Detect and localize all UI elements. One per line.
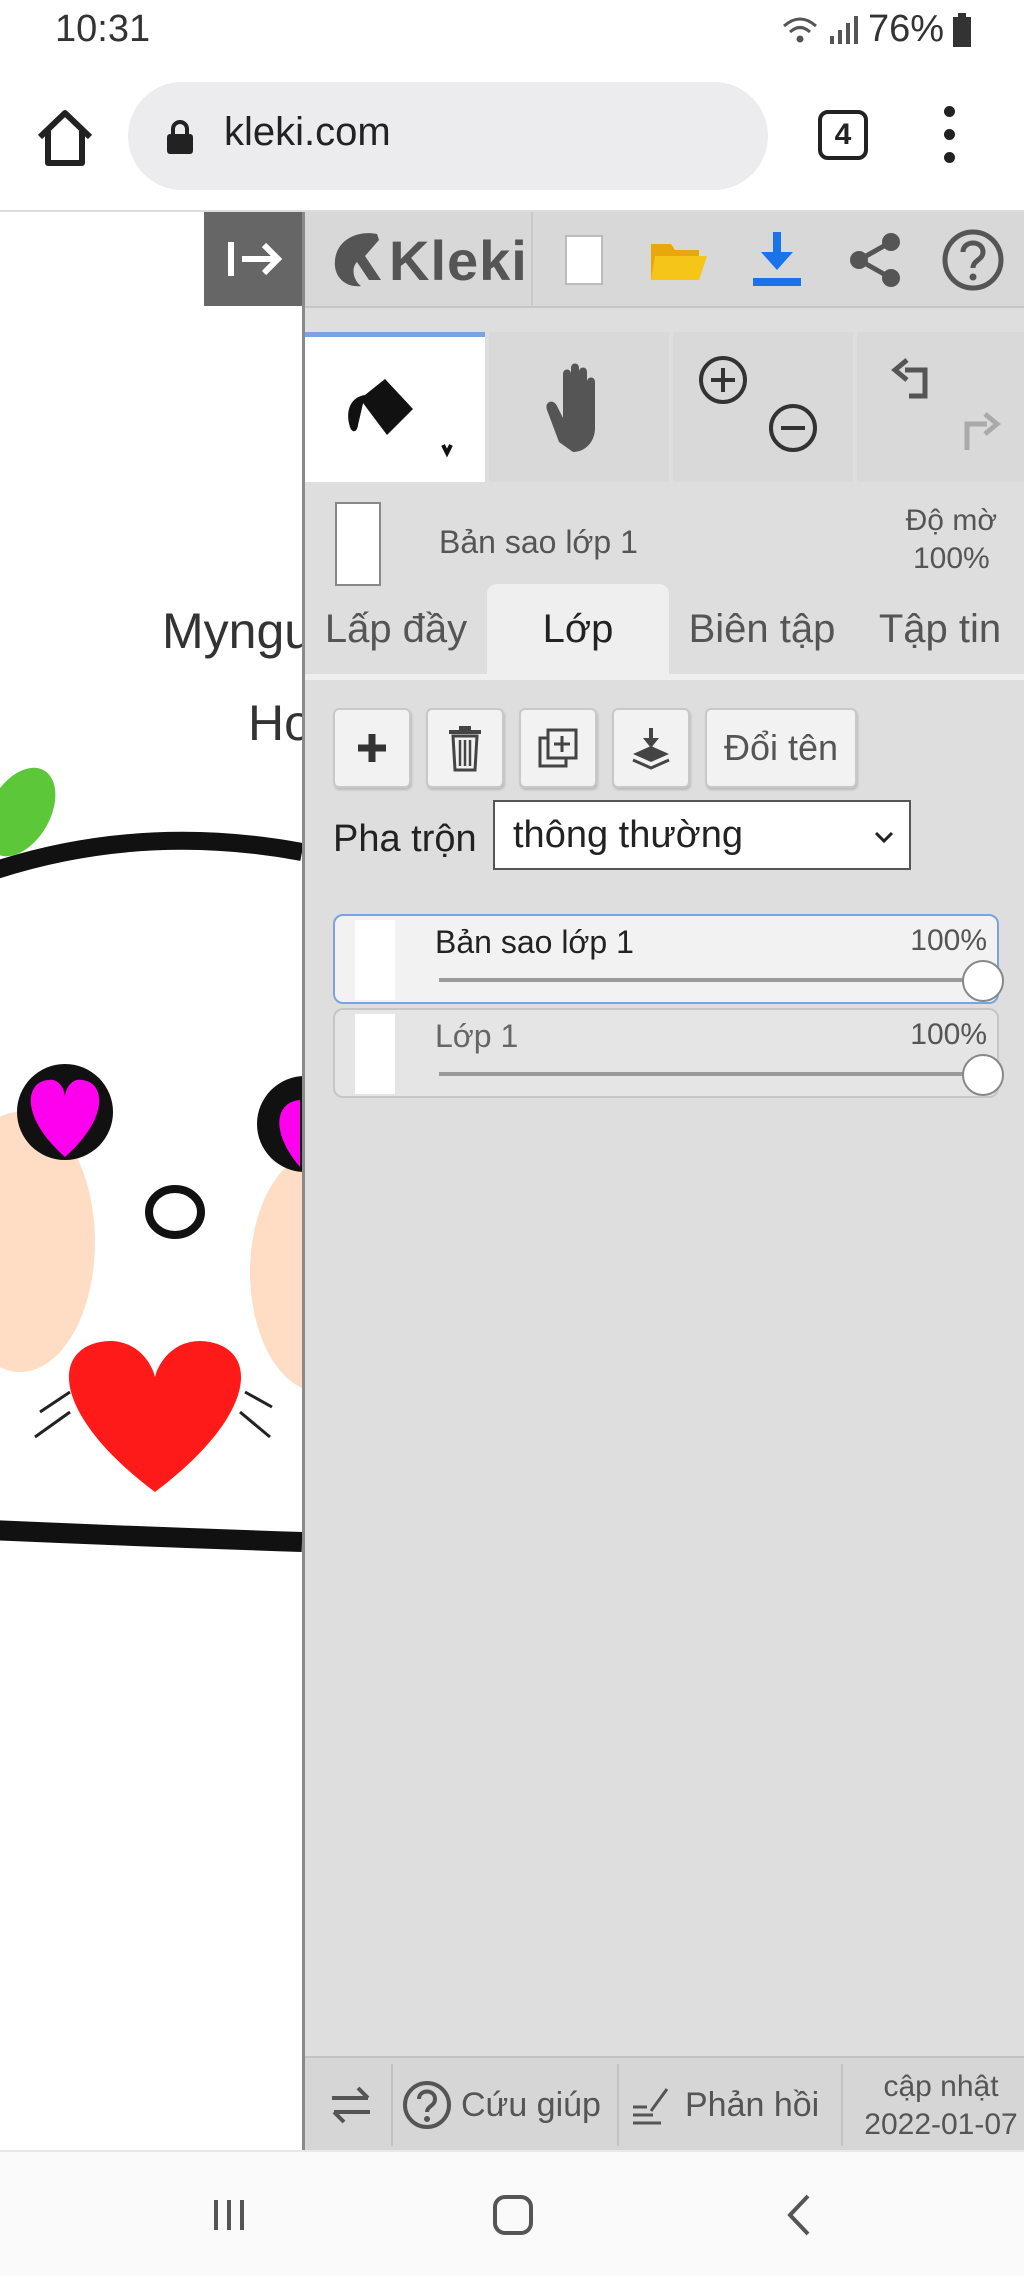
drawing-canvas[interactable]: Myngu Ho <box>0 212 302 2150</box>
help-label: Cứu giúp <box>461 2085 601 2124</box>
browser-toolbar: kleki.com 4 <box>0 62 1024 212</box>
tab-file[interactable]: Tập tin <box>853 584 1024 674</box>
recent-apps-icon[interactable] <box>204 2190 254 2240</box>
layers-panel: Đổi tên Pha trộn thông thường Bản sao lớ… <box>305 680 1024 1680</box>
layer-item[interactable]: Bản sao lớp 1 100% <box>333 914 1004 1004</box>
kleki-logo-text: Kleki <box>389 228 528 292</box>
home-nav-icon[interactable] <box>488 2190 538 2240</box>
zoom-in-icon[interactable] <box>693 350 753 410</box>
status-bar: 10:31 76% <box>0 0 1024 62</box>
merge-down-button[interactable] <box>612 708 690 788</box>
paint-bucket-icon <box>348 379 453 458</box>
swap-arrows-icon <box>332 2086 370 2124</box>
trash-icon <box>449 726 481 772</box>
blend-mode-select[interactable]: thông thường <box>493 800 911 870</box>
screen: 10:31 76% kleki.com 4 Myngu Ho Kleki Bản… <box>0 0 1024 2276</box>
system-nav-bar <box>0 2150 1024 2276</box>
status-time: 10:31 <box>55 8 151 50</box>
opacity-value: 100% <box>912 542 990 575</box>
layer-thumbnail <box>355 1014 395 1094</box>
fill-tool-button[interactable] <box>305 332 485 482</box>
current-layer-name: Bản sao lớp 1 <box>439 524 638 560</box>
redo-icon[interactable] <box>943 400 1013 470</box>
back-icon[interactable] <box>776 2190 826 2240</box>
url-text: kleki.com <box>224 110 391 154</box>
layer-opacity-value: 100% <box>910 1018 987 1051</box>
canvas-drawing <box>0 767 302 1552</box>
tool-row <box>305 332 1024 482</box>
opacity-label: Độ mờ <box>905 504 997 537</box>
swap-side-button[interactable] <box>315 2058 387 2152</box>
rename-layer-button[interactable]: Đổi tên <box>705 708 857 788</box>
history-tool-group <box>857 332 1024 482</box>
delete-layer-button[interactable] <box>426 708 504 788</box>
layer-opacity-value: 100% <box>910 924 987 957</box>
status-indicators: 76% <box>780 8 972 51</box>
new-file-icon[interactable] <box>550 226 618 294</box>
blend-mode-value: thông thường <box>513 814 743 856</box>
help-icon[interactable] <box>939 226 1007 294</box>
update-date: 2022-01-07 <box>864 2108 1018 2141</box>
merge-down-icon <box>632 728 670 770</box>
hand-tool-button[interactable] <box>489 332 669 482</box>
layer-name: Lớp 1 <box>435 1018 519 1054</box>
share-icon[interactable] <box>841 226 909 294</box>
zoom-out-icon[interactable] <box>763 398 823 458</box>
current-layer-info: Bản sao lớp 1 Độ mờ 100% <box>305 484 1024 588</box>
undo-icon[interactable] <box>879 346 949 416</box>
home-icon[interactable] <box>34 107 96 169</box>
duplicate-icon <box>538 728 578 768</box>
sidebar-footer: Cứu giúp Phản hồi cập nhật 2022-01-07 <box>305 2056 1024 2150</box>
collapse-sidebar-button[interactable] <box>204 212 302 306</box>
update-info[interactable]: cập nhật 2022-01-07 <box>855 2068 1024 2144</box>
layer-name: Bản sao lớp 1 <box>435 924 634 960</box>
help-button[interactable]: Cứu giúp <box>401 2058 601 2152</box>
address-bar[interactable]: kleki.com <box>128 82 768 190</box>
browser-menu-icon[interactable] <box>934 106 964 176</box>
plus-icon <box>358 734 386 762</box>
feedback-button[interactable]: Phản hồi <box>631 2058 819 2152</box>
help-circle-icon <box>403 2081 451 2129</box>
feedback-label: Phản hồi <box>685 2085 820 2124</box>
current-layer-thumbnail <box>335 502 381 586</box>
kleki-logo-icon <box>334 233 381 287</box>
layer-item[interactable]: Lớp 1 100% <box>333 1008 1004 1098</box>
tab-fill[interactable]: Lấp đầy <box>309 584 483 674</box>
signal-icon <box>829 15 858 44</box>
layer-thumbnail <box>355 920 395 1000</box>
lock-icon <box>167 120 193 154</box>
kleki-sidebar: Kleki Bản sao lớp 1 Độ mờ 100% Lấp đầy L… <box>302 212 1024 2150</box>
hand-icon <box>546 363 595 452</box>
kleki-logo[interactable]: Kleki <box>327 224 528 296</box>
battery-percent: 76% <box>867 8 944 50</box>
feedback-pen-icon <box>633 2088 669 2125</box>
battery-icon <box>953 12 971 47</box>
wifi-icon <box>782 17 817 42</box>
layer-opacity-handle[interactable] <box>962 1054 1004 1096</box>
zoom-tool-group <box>673 332 853 482</box>
collapse-icon <box>228 242 283 276</box>
tab-edit[interactable]: Biên tập <box>673 584 851 674</box>
tab-layers[interactable]: Lớp <box>487 584 669 674</box>
layer-opacity-handle[interactable] <box>962 960 1004 1002</box>
update-label: cập nhật <box>883 2070 999 2103</box>
current-layer-opacity: Độ mờ 100% <box>906 502 997 578</box>
blend-mode-label: Pha trộn <box>333 818 477 860</box>
chevron-down-icon <box>874 831 894 844</box>
kleki-toolbar: Kleki <box>305 212 1024 308</box>
sidebar-tabs: Lấp đầy Lớp Biên tập Tập tin <box>305 584 1024 674</box>
tab-switcher-button[interactable]: 4 <box>818 110 868 160</box>
layer-opacity-slider[interactable] <box>439 1072 983 1076</box>
layer-opacity-slider[interactable] <box>439 978 983 982</box>
add-layer-button[interactable] <box>333 708 411 788</box>
duplicate-layer-button[interactable] <box>519 708 597 788</box>
download-icon[interactable] <box>743 226 811 294</box>
open-folder-icon[interactable] <box>645 226 713 294</box>
